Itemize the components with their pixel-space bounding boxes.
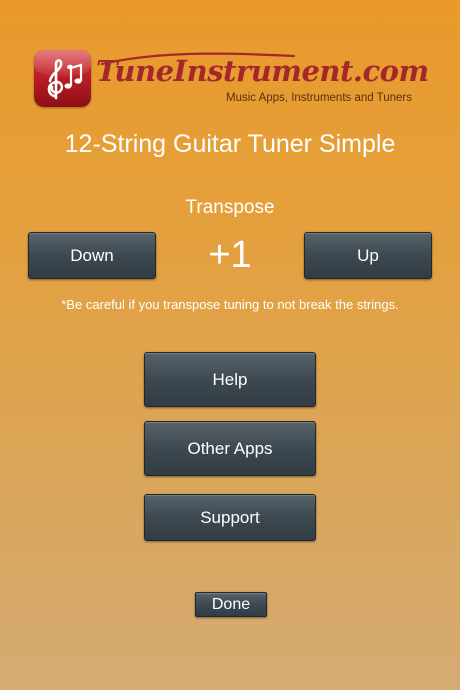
app-logo-icon <box>34 50 91 107</box>
support-button[interactable]: Support <box>144 494 316 541</box>
transpose-label: Transpose <box>185 197 275 218</box>
music-notes-icon <box>47 59 83 100</box>
brand-name: TuneInstrument.com <box>96 54 429 88</box>
transpose-warning: *Be careful if you transpose tuning to n… <box>61 297 399 312</box>
page-title: 12-String Guitar Tuner Simple <box>64 130 396 158</box>
other-apps-button[interactable]: Other Apps <box>144 421 316 476</box>
transpose-value: +1 <box>208 234 252 276</box>
brand-header: TuneInstrument.com Music Apps, Instrumen… <box>34 50 434 108</box>
done-button[interactable]: Done <box>195 592 267 617</box>
help-button[interactable]: Help <box>144 352 316 407</box>
transpose-up-button[interactable]: Up <box>304 232 432 279</box>
transpose-down-button[interactable]: Down <box>28 232 156 279</box>
brand-tagline: Music Apps, Instruments and Tuners <box>226 92 413 104</box>
